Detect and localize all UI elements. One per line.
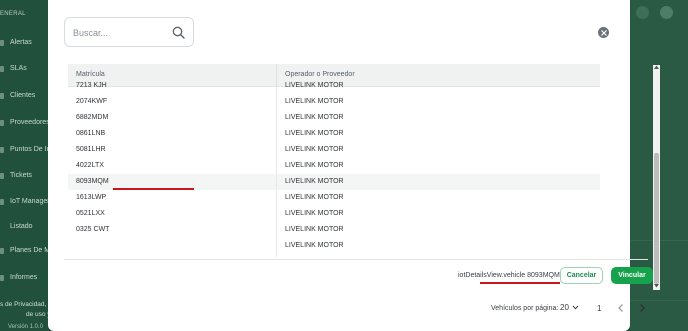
scrollbar-thumb[interactable] (654, 153, 659, 284)
search-input[interactable] (73, 24, 168, 42)
cell-plate: 8093MQM (76, 178, 109, 185)
notification-icon (636, 6, 649, 19)
rows-per-page-select[interactable]: 20 (560, 303, 579, 312)
table-row[interactable]: 0325 CWT LIVELINK MOTOR (68, 222, 600, 238)
cell-operator: LIVELINK MOTOR (285, 226, 344, 233)
table-row[interactable]: 4022LTX LIVELINK MOTOR (68, 158, 600, 174)
table-row[interactable]: 1613LWP LIVELINK MOTOR (68, 190, 600, 206)
cell-operator: LIVELINK MOTOR (285, 82, 344, 89)
link-button[interactable]: Vincular (611, 267, 653, 284)
close-icon (600, 29, 607, 36)
cell-operator: LIVELINK MOTOR (285, 146, 344, 153)
cell-operator: LIVELINK MOTOR (285, 178, 344, 185)
cell-operator: LIVELINK MOTOR (285, 210, 344, 217)
chevron-down-icon (572, 305, 579, 310)
sidebar-bullet-icon (0, 147, 4, 153)
cell-operator: LIVELINK MOTOR (285, 194, 344, 201)
table-row[interactable]: 6882MDM LIVELINK MOTOR (68, 110, 600, 126)
sidebar-bullet-icon (0, 248, 4, 254)
scroll-up-arrow-icon[interactable] (653, 64, 660, 71)
selected-vehicle-text: iotDetailsView.vehicle 8093MQM (458, 272, 560, 279)
sidebar-section-title: ENERAL (0, 11, 26, 17)
sidebar-item-puntos[interactable]: Puntos De Int (10, 146, 52, 153)
table-row[interactable]: 5081LHR LIVELINK MOTOR (68, 142, 600, 158)
table-row[interactable]: 2074KWF LIVELINK MOTOR (68, 94, 600, 110)
link-vehicle-modal: Matrícula Operador o Proveedor 7213 KJH … (48, 0, 660, 331)
sidebar-bullet-icon (0, 173, 4, 179)
sidebar-item-slas[interactable]: SLAs (10, 65, 27, 72)
sidebar-item-tickets[interactable]: Tickets (10, 172, 32, 179)
cell-plate: 6882MDM (76, 114, 109, 121)
sidebar-bullet-icon (0, 275, 4, 281)
sidebar-item-proveedores[interactable]: Proveedores (10, 119, 50, 126)
sidebar-bullet-icon (0, 66, 4, 72)
selected-row-underline (113, 188, 194, 190)
cell-operator: LIVELINK MOTOR (285, 114, 344, 121)
cell-plate: 0521LXX (76, 210, 105, 217)
table-row[interactable]: 0521LXX LIVELINK MOTOR (68, 206, 600, 222)
cell-plate: 0861LNB (76, 130, 106, 137)
sidebar-item-planes[interactable]: Planes De Mi (10, 247, 52, 254)
sidebar-item-alertas[interactable]: Alertas (10, 39, 32, 46)
rows-per-page-value: 20 (560, 303, 569, 312)
background-divider (630, 300, 688, 301)
table-row[interactable]: 7213 KJH LIVELINK MOTOR (68, 78, 600, 94)
sidebar-item-iot[interactable]: IoT Managem (10, 198, 53, 205)
sidebar: ENERAL Alertas SLAs Clientes Proveedores… (0, 0, 53, 331)
footer-version: Versión 1.0.0 (8, 324, 44, 330)
scroll-down-arrow-icon[interactable] (653, 282, 660, 289)
cancel-button[interactable]: Cancelar (560, 267, 603, 284)
footer-privacy-link[interactable]: s de Privacidad, (0, 301, 46, 308)
sidebar-item-informes[interactable]: Informes (10, 274, 37, 281)
sidebar-bullet-icon (0, 120, 4, 126)
cell-operator: LIVELINK MOTOR (285, 162, 344, 169)
sidebar-bullet-icon (0, 199, 4, 205)
selected-vehicle-underline (480, 282, 560, 284)
column-header-operator[interactable]: Operador o Proveedor (285, 71, 355, 78)
table-row[interactable]: LIVELINK MOTOR (68, 238, 600, 254)
search-field[interactable] (64, 17, 194, 47)
sidebar-bullet-icon (0, 40, 4, 46)
chevron-right-icon[interactable] (637, 302, 647, 314)
sidebar-bullet-icon (0, 93, 4, 99)
column-divider (276, 87, 277, 257)
column-header-plate[interactable]: Matrícula (76, 71, 105, 78)
rows-per-page-label: Vehículos por página: (491, 305, 559, 312)
cell-plate: 2074KWF (76, 98, 108, 105)
sidebar-item-clientes[interactable]: Clientes (10, 92, 35, 99)
sidebar-item-listado[interactable]: Listado (10, 223, 33, 230)
vehicles-table: Matrícula Operador o Proveedor 7213 KJH … (68, 64, 600, 257)
cell-plate: 4022LTX (76, 162, 104, 169)
cell-plate: 0325 CWT (76, 226, 110, 233)
cell-plate: 7213 KJH (76, 82, 107, 89)
cell-operator: LIVELINK MOTOR (285, 242, 344, 249)
current-page: 1 (597, 304, 602, 313)
cell-plate: 1613LWP (76, 194, 107, 201)
search-icon[interactable] (172, 26, 185, 39)
cell-operator: LIVELINK MOTOR (285, 130, 344, 137)
footer-divider (64, 259, 648, 260)
cell-plate: 5081LHR (76, 146, 106, 153)
avatar (660, 6, 673, 19)
table-row[interactable]: 0861LNB LIVELINK MOTOR (68, 126, 600, 142)
chevron-left-icon[interactable] (616, 302, 626, 314)
cell-operator: LIVELINK MOTOR (285, 98, 344, 105)
close-button[interactable] (598, 27, 609, 38)
